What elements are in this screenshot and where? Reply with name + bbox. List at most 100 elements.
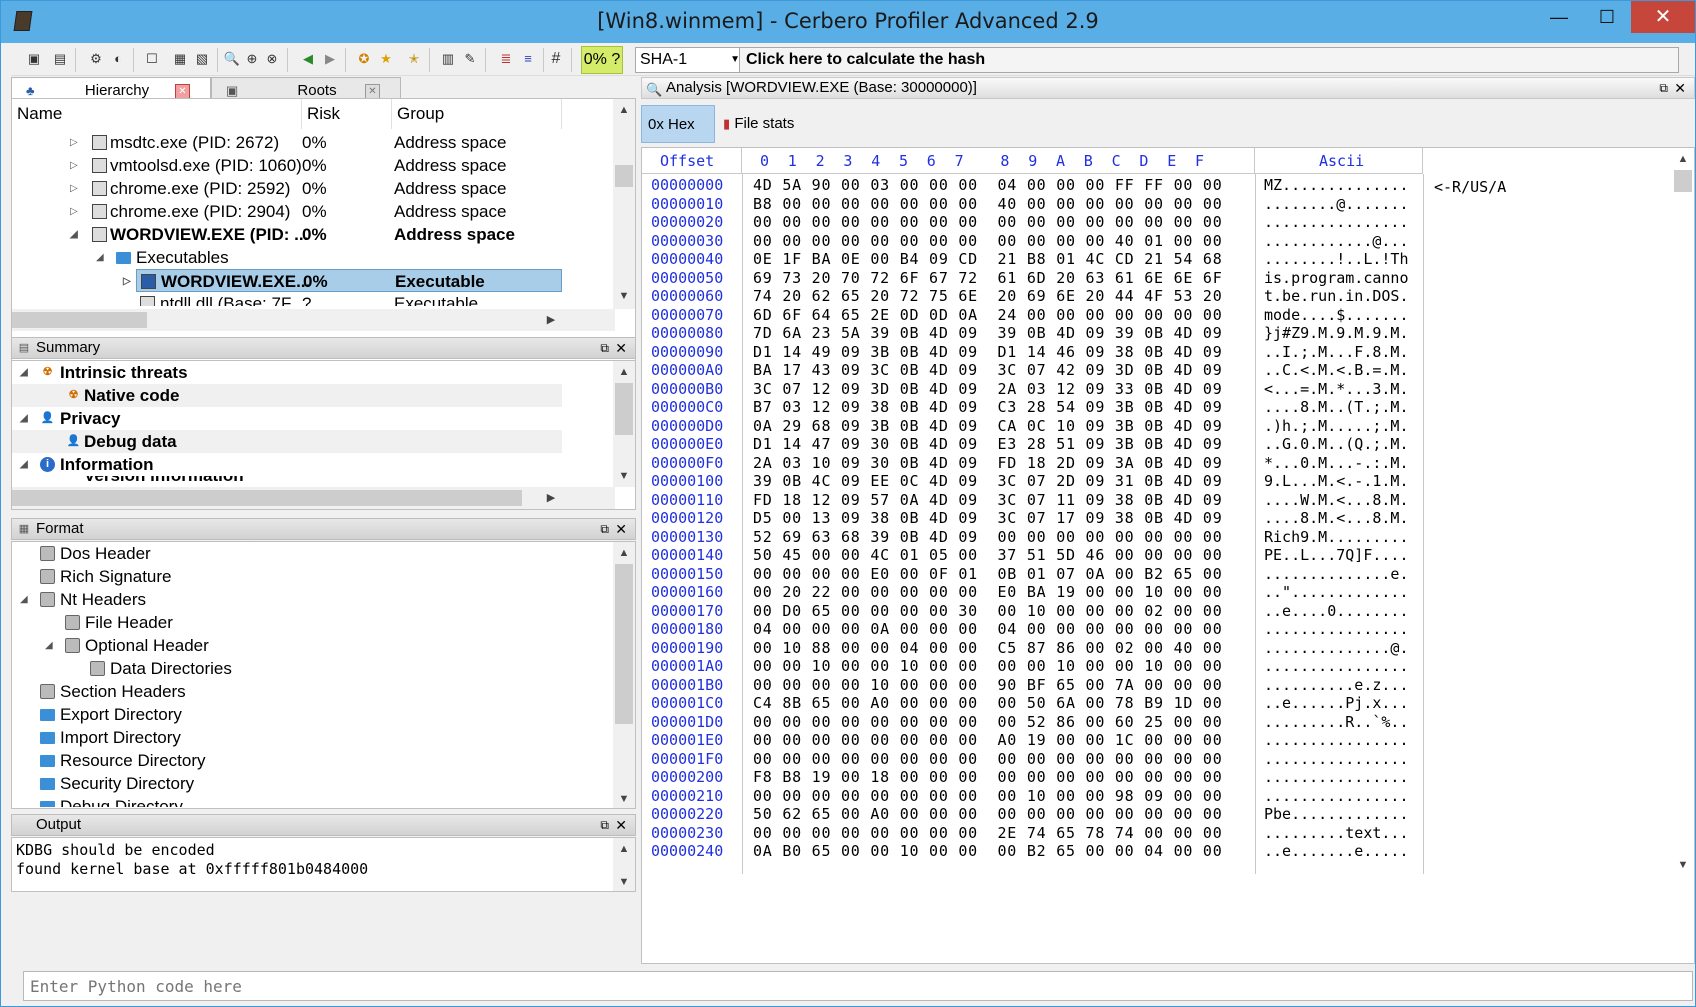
hex-row[interactable]: 000001D0 00 00 00 00 00 00 00 00 00 52 86… <box>642 713 1424 731</box>
format-item[interactable]: Debug Directory <box>12 795 562 807</box>
format-item[interactable]: Security Directory <box>12 772 562 795</box>
collapse-icon[interactable]: ◢ <box>20 453 28 476</box>
close-icon[interactable]: ✕ <box>615 338 627 358</box>
tree-row[interactable]: ◢ Executables <box>12 246 562 269</box>
hex-row[interactable]: 000001F0 00 00 00 00 00 00 00 00 00 00 00… <box>642 750 1424 768</box>
collapse-icon[interactable]: ◢ <box>45 634 53 657</box>
format-item[interactable]: Import Directory <box>12 726 562 749</box>
scroll-thumb[interactable] <box>12 490 522 506</box>
column-header-group[interactable]: Group <box>392 99 562 129</box>
save-as-icon[interactable]: ▤ <box>51 50 69 68</box>
expand-icon[interactable]: ▷ <box>70 200 78 223</box>
save-icon[interactable]: ▣ <box>25 50 43 68</box>
maximize-button[interactable]: ☐ <box>1583 1 1631 33</box>
hash-icon[interactable]: # <box>547 50 565 68</box>
hex-vscroll[interactable]: ▲ ▼ <box>1672 148 1694 878</box>
float-icon[interactable]: ⧉ <box>1659 78 1668 98</box>
hierarchy-hscroll[interactable]: ▶ <box>12 309 615 331</box>
bookmark-add-icon[interactable]: ✪ <box>355 50 373 68</box>
scroll-down-icon[interactable]: ▼ <box>613 287 635 305</box>
summary-vscroll[interactable]: ▲ ▼ <box>613 361 635 487</box>
file-stats-button[interactable]: ▮ File stats <box>723 105 833 143</box>
hex-row[interactable]: 00000220 50 62 65 00 A0 00 00 00 00 00 00… <box>642 805 1424 823</box>
hex-row[interactable]: 00000230 00 00 00 00 00 00 00 00 2E 74 65… <box>642 824 1424 842</box>
hex-row[interactable]: 000000F0 2A 03 10 09 30 0B 4D 09 FD 18 2D… <box>642 454 1424 472</box>
collapse-icon[interactable]: ◢ <box>20 588 28 611</box>
hex-row[interactable]: 000001A0 00 00 10 00 00 10 00 00 00 00 10… <box>642 657 1424 675</box>
scroll-right-icon[interactable]: ▶ <box>542 309 560 331</box>
hex-row[interactable]: 00000030 00 00 00 00 00 00 00 00 00 00 00… <box>642 232 1424 250</box>
scroll-up-icon[interactable]: ▲ <box>613 101 635 119</box>
color-list2-icon[interactable]: ≡ <box>519 50 537 68</box>
close-icon[interactable]: ✕ <box>175 84 190 99</box>
summary-item[interactable]: Version information <box>12 476 562 486</box>
tree-row[interactable]: ◢ WORDVIEW.EXE (PID: ... 0% Address spac… <box>12 223 562 246</box>
collapse-icon[interactable]: ◢ <box>20 407 28 430</box>
scroll-thumb[interactable] <box>1674 170 1692 192</box>
hex-row[interactable]: 00000070 6D 6F 64 65 2E 0D 0D 0A 24 00 00… <box>642 306 1424 324</box>
scroll-right-icon[interactable]: ▶ <box>542 487 560 509</box>
settings-icon[interactable]: ⚙ <box>87 50 105 68</box>
hex-view-button[interactable]: 0x Hex <box>641 105 715 143</box>
python-input[interactable] <box>23 971 1693 1001</box>
hex-row[interactable]: 00000200 F8 B8 19 00 18 00 00 00 00 00 00… <box>642 768 1424 786</box>
minimize-button[interactable]: — <box>1535 1 1583 33</box>
hex-row[interactable]: 000000E0 D1 14 47 09 30 0B 4D 09 E3 28 51… <box>642 435 1424 453</box>
back-arrow-icon[interactable]: ◀ <box>299 50 317 68</box>
hex-view[interactable]: Offset 01234567 89ABCDEF Ascii 00000000 4D… <box>641 147 1695 964</box>
hex-row[interactable]: 00000120 D5 00 13 09 38 0B 4D 09 3C 07 17… <box>642 509 1424 527</box>
scroll-up-icon[interactable]: ▲ <box>613 840 635 858</box>
hierarchy-vscroll[interactable]: ▲ ▼ <box>613 99 635 309</box>
zoom-icon[interactable]: 🔍 <box>223 50 241 68</box>
hex-row[interactable]: 00000050 69 73 20 70 72 6F 67 72 61 6D 20… <box>642 269 1424 287</box>
format-item[interactable]: Export Directory <box>12 703 562 726</box>
risk-badge[interactable]: 0% ? <box>581 46 623 74</box>
column-header-name[interactable]: Name <box>12 99 302 129</box>
format-item[interactable]: Dos Header <box>12 542 562 565</box>
tree-row[interactable]: ▷ msdtc.exe (PID: 2672) 0% Address space <box>12 131 562 154</box>
float-icon[interactable]: ⧉ <box>600 815 609 835</box>
summary-item[interactable]: ☢ Native code <box>12 384 562 407</box>
format-vscroll[interactable]: ▲ ▼ <box>613 542 635 808</box>
zoom-in-icon[interactable]: ⊕ <box>243 50 261 68</box>
summary-item[interactable]: ◢ ☢ Intrinsic threats <box>12 361 562 384</box>
bookmark-icon[interactable]: ★ <box>377 50 395 68</box>
hex-row[interactable]: 00000150 00 00 00 00 E0 00 0F 01 0B 01 07… <box>642 565 1424 583</box>
format-item[interactable]: Data Directories <box>12 657 562 680</box>
scroll-up-icon[interactable]: ▲ <box>613 544 635 562</box>
close-button[interactable]: ✕ <box>1631 1 1695 33</box>
float-icon[interactable]: ⧉ <box>600 519 609 539</box>
hex-row[interactable]: 00000170 00 D0 65 00 00 00 00 30 00 10 00… <box>642 602 1424 620</box>
scroll-down-icon[interactable]: ▼ <box>613 873 635 891</box>
hex-row[interactable]: 00000110 FD 18 12 09 57 0A 4D 09 3C 07 11… <box>642 491 1424 509</box>
hex-row[interactable]: 00000060 74 20 62 65 20 72 75 6E 20 69 6E… <box>642 287 1424 305</box>
tree-row[interactable]: ntdll.dll (Base: 7F... ? Executable <box>12 292 562 306</box>
close-icon[interactable]: ✕ <box>615 519 627 539</box>
forward-arrow-icon[interactable]: ▶ <box>321 50 339 68</box>
format-item[interactable]: Rich Signature <box>12 565 562 588</box>
scroll-thumb[interactable] <box>12 312 147 328</box>
hex-row[interactable]: 000000B0 3C 07 12 09 3D 0B 4D 09 2A 03 12… <box>642 380 1424 398</box>
scroll-thumb[interactable] <box>615 165 633 187</box>
hex-row[interactable]: 00000040 0E 1F BA 0E 00 B4 09 CD 21 B8 01… <box>642 250 1424 268</box>
expand-icon[interactable]: ▷ <box>70 131 78 154</box>
close-icon[interactable]: ✕ <box>365 84 380 99</box>
scroll-down-icon[interactable]: ▼ <box>613 790 635 808</box>
hex-row[interactable]: 00000010 B8 00 00 00 00 00 00 00 40 00 00… <box>642 195 1424 213</box>
float-icon[interactable]: ⧉ <box>600 338 609 358</box>
scroll-down-icon[interactable]: ▼ <box>613 467 635 485</box>
hex-row[interactable]: 000001E0 00 00 00 00 00 00 00 00 A0 19 00… <box>642 731 1424 749</box>
format-item[interactable]: Resource Directory <box>12 749 562 772</box>
layout-icon[interactable]: ▦ <box>171 50 189 68</box>
hash-result-field[interactable]: Click here to calculate the hash <box>739 47 1679 73</box>
hex-row[interactable]: 00000210 00 00 00 00 00 00 00 00 00 10 00… <box>642 787 1424 805</box>
hex-row[interactable]: 00000190 00 10 88 00 00 04 00 00 C5 87 86… <box>642 639 1424 657</box>
layout-save-icon[interactable]: ▧ <box>193 50 211 68</box>
hex-row[interactable]: 00000130 52 69 63 68 39 0B 4D 09 00 00 00… <box>642 528 1424 546</box>
scroll-thumb[interactable] <box>615 564 633 724</box>
summary-item[interactable]: 👤 Debug data <box>12 430 562 453</box>
window-icon[interactable]: ☐ <box>143 50 161 68</box>
close-icon[interactable]: ✕ <box>615 815 627 835</box>
hex-row[interactable]: 000001C0 C4 8B 65 00 A0 00 00 00 00 50 6A… <box>642 694 1424 712</box>
summary-hscroll[interactable]: ▶ <box>12 487 615 509</box>
